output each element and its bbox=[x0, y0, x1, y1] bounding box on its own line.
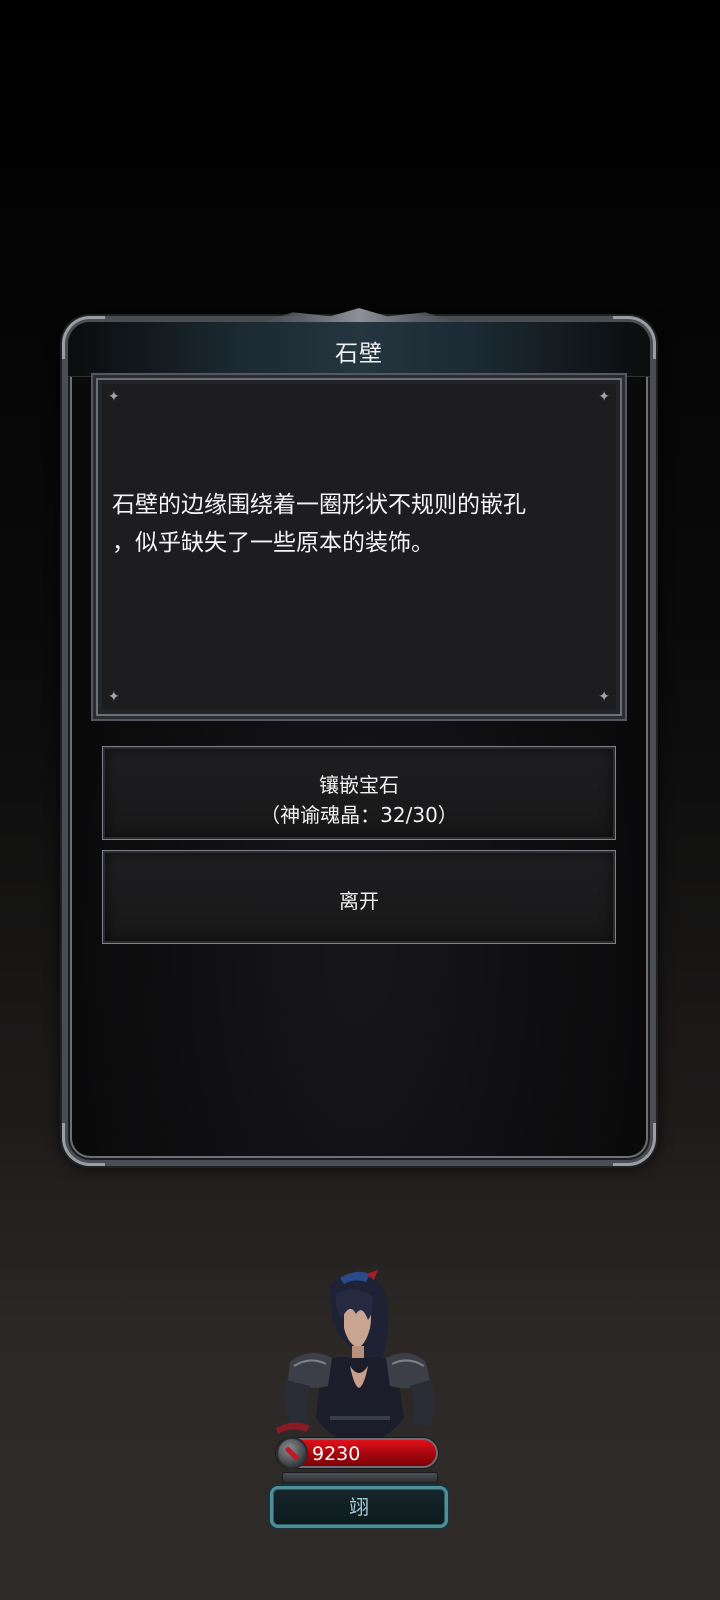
sparkle-icon: ✦ bbox=[598, 389, 610, 405]
hero-skill-button[interactable]: 翊 bbox=[270, 1486, 448, 1528]
option-inlay-gem-button[interactable]: 镶嵌宝石 （神谕魂晶：32/30） bbox=[102, 746, 616, 840]
hero-portrait[interactable] bbox=[270, 1268, 448, 1448]
hero-hp-bar: 9230 bbox=[276, 1437, 438, 1469]
frame-corner-ornament bbox=[62, 1123, 105, 1166]
sparkle-icon: ✦ bbox=[598, 689, 610, 705]
hero-hp-value: 9230 bbox=[312, 1443, 361, 1465]
option-leave-button[interactable]: 离开 bbox=[102, 850, 616, 944]
sparkle-icon: ✦ bbox=[108, 689, 120, 705]
sparkle-icon: ✦ bbox=[108, 389, 120, 405]
title-ornament bbox=[264, 308, 454, 322]
option-label: 离开 bbox=[339, 889, 379, 913]
hero-energy-bar bbox=[282, 1472, 438, 1483]
option-cost-label: （神谕魂晶：32/30） bbox=[260, 803, 458, 827]
frame-corner-ornament bbox=[613, 1123, 656, 1166]
description-panel: ✦ ✦ ✦ ✦ 石壁的边缘围绕着一圈形状不规则的嵌孔 ，似乎缺失了一些原本的装饰… bbox=[96, 378, 622, 716]
dialog-title-bar: 石壁 bbox=[68, 322, 650, 377]
sword-icon bbox=[276, 1437, 308, 1469]
option-label: 镶嵌宝石 bbox=[319, 773, 399, 797]
event-description: 石壁的边缘围绕着一圈形状不规则的嵌孔 ，似乎缺失了一些原本的装饰。 bbox=[112, 492, 526, 556]
dialog-title: 石壁 bbox=[335, 341, 383, 367]
event-dialog: 石壁 ✦ ✦ ✦ ✦ 石壁的边缘围绕着一圈形状不规则的嵌孔 ，似乎缺失了一些原本… bbox=[62, 308, 656, 1166]
